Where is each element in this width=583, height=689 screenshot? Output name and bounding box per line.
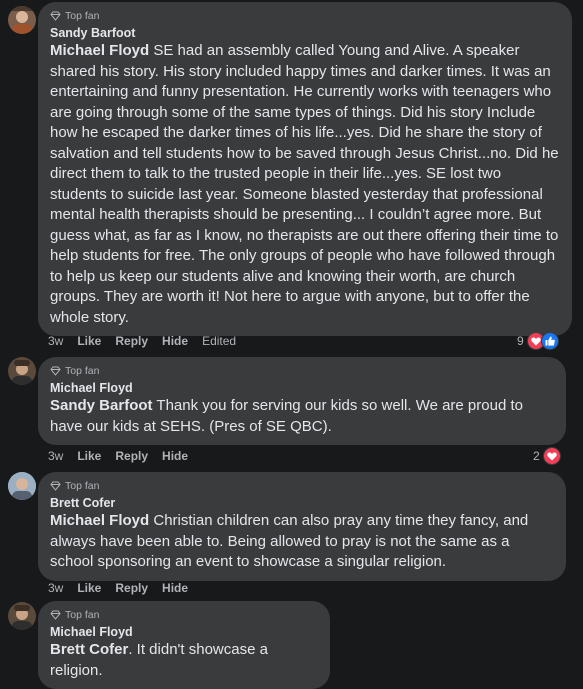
comment-bubble: Top fan Michael Floyd Brett Cofer. It di…: [38, 601, 330, 689]
like-button[interactable]: Like: [77, 581, 101, 595]
comment-author[interactable]: Michael Floyd: [50, 380, 554, 396]
comment-text: Michael Floyd Christian children can als…: [50, 511, 554, 573]
reaction-count: 2: [533, 449, 540, 463]
reaction-summary[interactable]: 2: [533, 447, 561, 465]
timestamp[interactable]: 3w: [48, 334, 63, 348]
like-reaction-icon: [540, 332, 559, 350]
like-button[interactable]: Like: [77, 334, 101, 348]
avatar[interactable]: [8, 472, 36, 500]
comment-author[interactable]: Brett Cofer: [50, 495, 554, 511]
diamond-icon: [50, 366, 61, 376]
top-fan-badge: Top fan: [50, 9, 560, 23]
comment-author[interactable]: Michael Floyd: [50, 624, 318, 640]
avatar[interactable]: [8, 602, 36, 630]
comment-actions: 3w Like Reply Hide: [48, 580, 202, 596]
top-fan-badge: Top fan: [50, 608, 318, 622]
mention-link[interactable]: Sandy Barfoot: [50, 397, 153, 414]
mention-link[interactable]: Michael Floyd: [50, 42, 149, 59]
diamond-icon: [50, 481, 61, 491]
timestamp[interactable]: 3w: [48, 581, 63, 595]
diamond-icon: [50, 610, 61, 620]
like-button[interactable]: Like: [77, 449, 101, 463]
comment-text: Sandy Barfoot Thank you for serving our …: [50, 396, 554, 437]
edited-label[interactable]: Edited: [202, 334, 236, 348]
comment-text: Michael Floyd SE had an assembly called …: [50, 41, 560, 328]
hide-button[interactable]: Hide: [162, 334, 188, 348]
mention-link[interactable]: Michael Floyd: [50, 512, 149, 529]
badge-label: Top fan: [65, 609, 100, 621]
reply-button[interactable]: Reply: [115, 449, 148, 463]
avatar[interactable]: [8, 357, 36, 385]
badge-label: Top fan: [65, 365, 100, 377]
comment-bubble: Top fan Michael Floyd Sandy Barfoot Than…: [38, 357, 566, 445]
reply-button[interactable]: Reply: [115, 334, 148, 348]
avatar[interactable]: [8, 6, 36, 34]
comment-bubble: Top fan Sandy Barfoot Michael Floyd SE h…: [38, 2, 572, 336]
comment-author[interactable]: Sandy Barfoot: [50, 25, 560, 41]
reply-button[interactable]: Reply: [115, 581, 148, 595]
comment-text: Brett Cofer. It didn't showcase a religi…: [50, 640, 318, 681]
top-fan-badge: Top fan: [50, 364, 554, 378]
heart-reaction-icon: [542, 447, 561, 465]
timestamp[interactable]: 3w: [48, 449, 63, 463]
hide-button[interactable]: Hide: [162, 449, 188, 463]
hide-button[interactable]: Hide: [162, 581, 188, 595]
reaction-count: 9: [517, 334, 524, 348]
comment-body: SE had an assembly called Young and Aliv…: [50, 42, 559, 326]
reaction-summary[interactable]: 9: [517, 332, 559, 350]
comment-actions: 3w Like Reply Hide: [48, 448, 202, 464]
comment-bubble: Top fan Brett Cofer Michael Floyd Christ…: [38, 472, 566, 581]
badge-label: Top fan: [65, 480, 100, 492]
comment-actions: 3w Like Reply Hide Edited: [48, 333, 250, 349]
mention-link[interactable]: Brett Cofer: [50, 641, 128, 658]
diamond-icon: [50, 11, 61, 21]
badge-label: Top fan: [65, 10, 100, 22]
top-fan-badge: Top fan: [50, 479, 554, 493]
